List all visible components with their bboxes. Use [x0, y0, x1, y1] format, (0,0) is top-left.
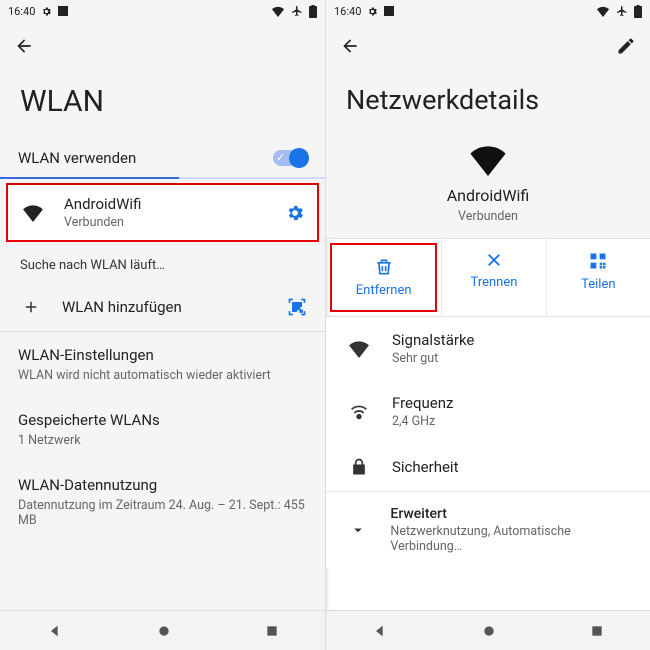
airplane-icon [616, 5, 628, 17]
saved-networks-row[interactable]: Gespeicherte WLANs 1 Netzwerk [0, 397, 325, 462]
signal-value: Sehr gut [392, 351, 474, 366]
share-label: Teilen [581, 277, 615, 292]
appbar [326, 22, 650, 70]
frequency-value: 2,4 GHz [392, 414, 453, 429]
nav-recent-button[interactable] [265, 624, 279, 638]
data-usage-row[interactable]: WLAN-Datennutzung Datennutzung im Zeitra… [0, 462, 325, 542]
security-label: Sicherheit [392, 458, 458, 476]
wlan-settings-title: WLAN-Einstellungen [18, 346, 154, 364]
disconnect-button[interactable]: Trennen [441, 239, 545, 316]
phone-right: 16:40 Netzwerkdetails AndroidWifi Verbun… [325, 0, 650, 650]
network-status: Verbunden [64, 215, 267, 230]
advanced-value: Netzwerknutzung, Automatische Verbindung… [390, 524, 630, 554]
nav-back-button[interactable] [372, 623, 388, 639]
forget-button[interactable]: Entfernen [330, 243, 437, 312]
statusbar: 16:40 [326, 0, 650, 22]
phone-left: 16:40 WLAN WLAN verwenden ✓ [0, 0, 325, 650]
signal-label: Signalstärke [392, 331, 474, 349]
wlan-toggle[interactable]: ✓ [273, 150, 307, 166]
frequency-row: Frequenz 2,4 GHz [326, 380, 650, 443]
edit-button[interactable] [616, 36, 636, 56]
nav-recent-button[interactable] [590, 624, 604, 638]
searching-text: Suche nach WLAN läuft… [0, 242, 325, 289]
gear-icon [41, 6, 52, 17]
wifi-signal-icon [468, 144, 508, 176]
nav-home-button[interactable] [156, 623, 172, 639]
wifi-signal-icon [346, 340, 372, 358]
wlan-settings-sub: WLAN wird nicht automatisch wieder aktiv… [18, 368, 271, 383]
lock-icon [346, 457, 372, 477]
frequency-icon [346, 401, 372, 423]
saved-networks-sub: 1 Netzwerk [18, 433, 81, 448]
share-button[interactable]: Teilen [546, 239, 650, 316]
advanced-row[interactable]: Erweitert Netzwerknutzung, Automatische … [326, 492, 650, 568]
wlan-toggle-row[interactable]: WLAN verwenden ✓ [0, 139, 325, 177]
network-status: Verbunden [458, 209, 518, 224]
status-time: 16:40 [8, 5, 35, 18]
data-usage-sub: Datennutzung im Zeitraum 24. Aug. – 21. … [18, 498, 307, 528]
nav-back-button[interactable] [47, 623, 63, 639]
square-icon [58, 6, 68, 16]
wifi-signal-icon [20, 204, 46, 222]
forget-label: Entfernen [356, 283, 412, 298]
network-settings-icon[interactable] [285, 203, 305, 223]
network-name: AndroidWifi [64, 195, 267, 213]
wifi-icon [596, 6, 610, 17]
airplane-icon [291, 5, 303, 17]
data-usage-title: WLAN-Datennutzung [18, 476, 157, 494]
back-button[interactable] [14, 36, 34, 56]
wifi-icon [271, 6, 285, 17]
signal-row: Signalstärke Sehr gut [326, 317, 650, 380]
square-icon [384, 6, 394, 16]
network-name: AndroidWifi [447, 186, 530, 205]
advanced-label: Erweitert [390, 506, 630, 522]
frequency-label: Frequenz [392, 394, 453, 412]
battery-icon [309, 5, 317, 18]
saved-networks-title: Gespeicherte WLANs [18, 411, 160, 429]
statusbar: 16:40 [0, 0, 325, 22]
action-bar: Entfernen Trennen Teilen [326, 238, 650, 317]
progress-bar [0, 177, 325, 179]
qr-scan-icon[interactable] [287, 297, 307, 317]
network-header: AndroidWifi Verbunden [326, 136, 650, 238]
back-button[interactable] [340, 36, 360, 56]
add-network-row[interactable]: WLAN hinzufügen [0, 289, 325, 331]
page-title: Netzwerkdetails [326, 70, 650, 136]
add-network-label: WLAN hinzufügen [62, 298, 269, 316]
disconnect-label: Trennen [471, 275, 518, 290]
navbar [0, 610, 325, 650]
plus-icon [18, 298, 44, 316]
page-title: WLAN [0, 70, 325, 139]
navbar [326, 610, 650, 650]
appbar [0, 22, 325, 70]
status-time: 16:40 [334, 5, 361, 18]
security-row: Sicherheit [326, 443, 650, 491]
connected-network-row[interactable]: AndroidWifi Verbunden [6, 183, 319, 242]
nav-home-button[interactable] [481, 623, 497, 639]
wlan-settings-row[interactable]: WLAN-Einstellungen WLAN wird nicht autom… [0, 332, 325, 397]
gear-icon [367, 6, 378, 17]
expand-icon [346, 521, 370, 539]
battery-icon [634, 5, 642, 18]
wlan-toggle-label: WLAN verwenden [18, 149, 255, 167]
